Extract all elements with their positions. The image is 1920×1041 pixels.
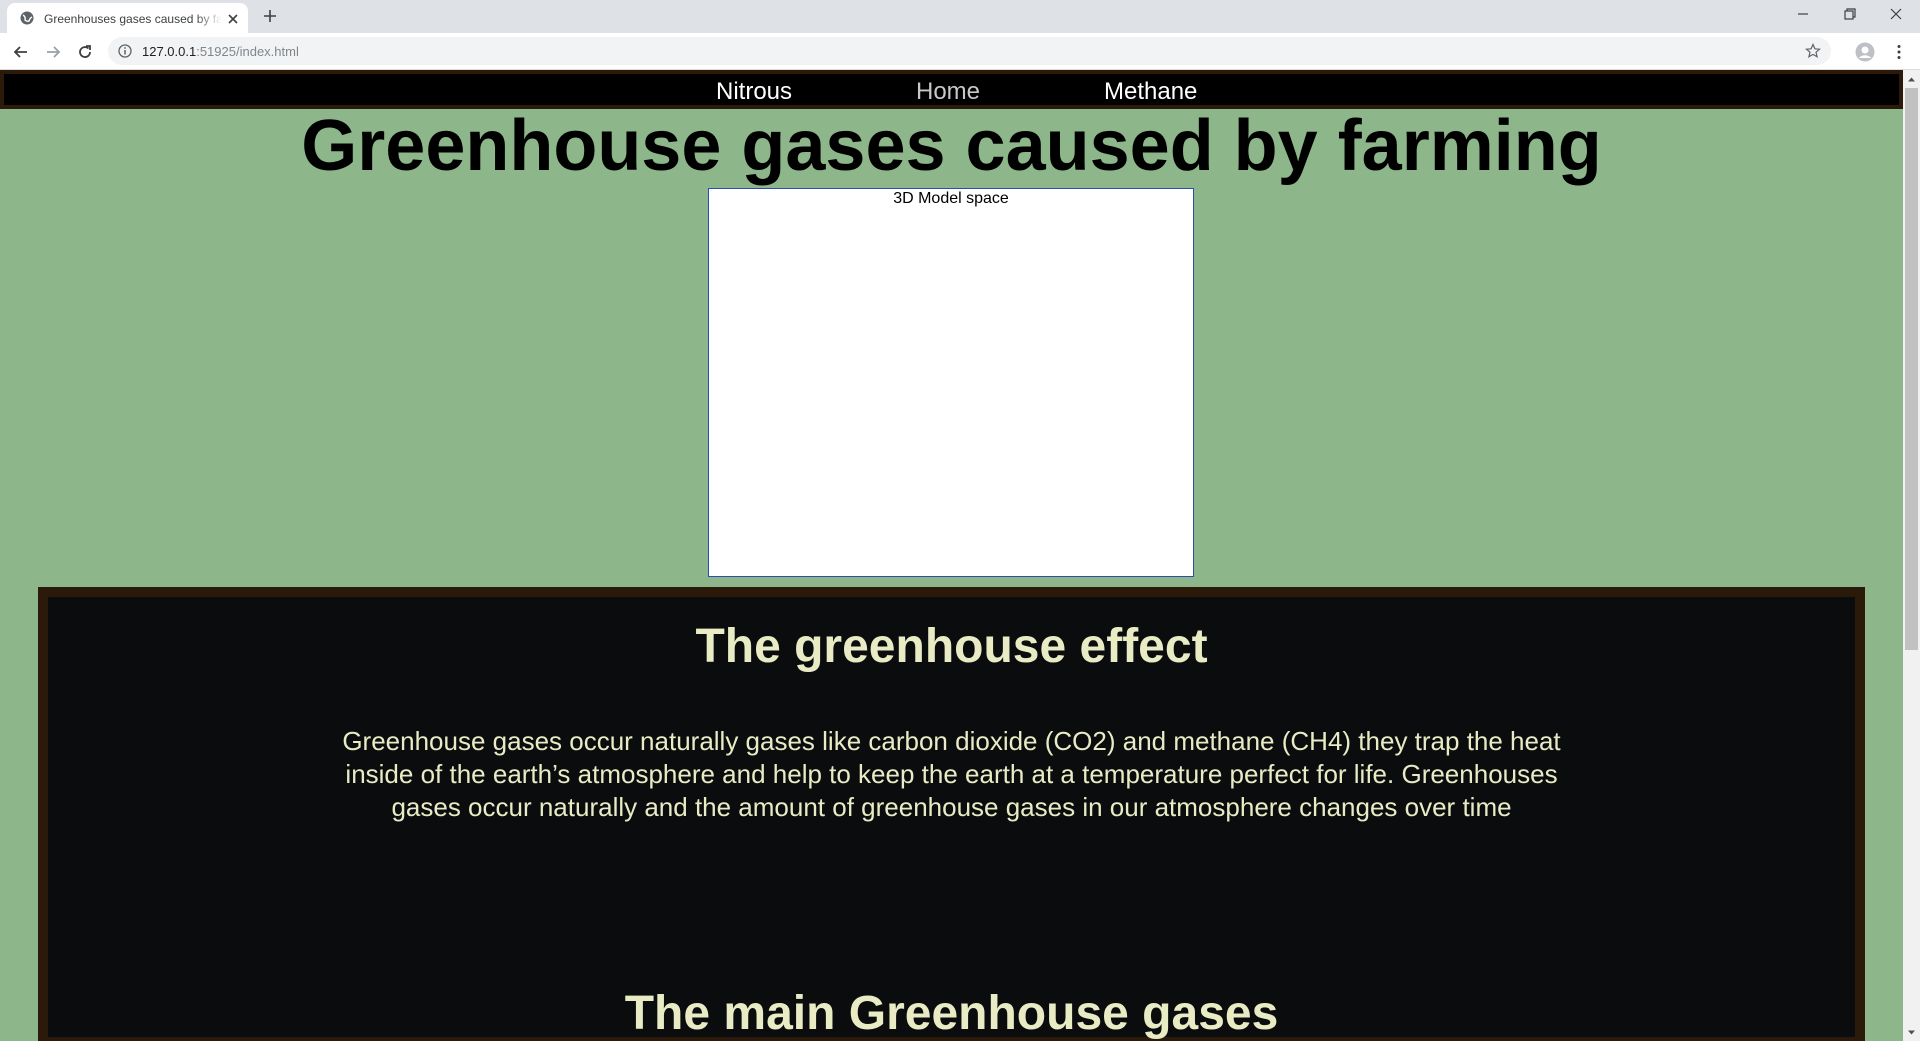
model-label: 3D Model space [893, 190, 1009, 207]
content-panel: The greenhouse effect Greenhouse gases o… [38, 587, 1865, 1041]
nav-link-nitrous[interactable]: Nitrous [716, 78, 792, 106]
url-text: 127.0.0.1:51925/index.html [142, 44, 299, 59]
close-icon[interactable] [225, 11, 241, 27]
scroll-up-icon[interactable] [1907, 75, 1916, 84]
model-viewer[interactable]: 3D Model space [708, 188, 1194, 577]
globe-icon [20, 11, 34, 25]
scroll-down-icon[interactable] [1907, 1028, 1916, 1037]
page-viewport: Nitrous Home Methane Greenhouse gases ca… [0, 70, 1903, 1041]
address-bar[interactable]: 127.0.0.1:51925/index.html [108, 37, 1831, 65]
window-close-icon[interactable] [1888, 6, 1904, 22]
bookmark-star-icon[interactable] [1805, 43, 1821, 59]
browser-tab[interactable]: Greenhouses gases caused by farming [7, 3, 248, 33]
tab-strip: Greenhouses gases caused by farming [0, 0, 1920, 33]
nav-link-methane[interactable]: Methane [1104, 78, 1197, 106]
minimize-icon[interactable] [1795, 6, 1811, 22]
nav-link-home[interactable]: Home [916, 78, 980, 106]
section-heading: The greenhouse effect [695, 620, 1208, 673]
vertical-scrollbar[interactable] [1903, 70, 1920, 1041]
next-section-heading: The main Greenhouse gases [624, 987, 1279, 1040]
url-host: 127.0.0.1 [142, 44, 197, 59]
url-path: :51925/index.html [196, 44, 299, 59]
menu-kebab-icon[interactable] [1890, 43, 1908, 61]
restore-icon[interactable] [1842, 6, 1858, 22]
top-nav: Nitrous Home Methane [0, 70, 1903, 109]
tab-title: Greenhouses gases caused by farming [44, 12, 222, 26]
scrollbar-thumb[interactable] [1905, 88, 1918, 650]
profile-avatar-icon[interactable] [1855, 42, 1875, 62]
new-tab-icon[interactable] [262, 8, 278, 24]
reload-icon[interactable] [76, 43, 94, 61]
section-body: Greenhouse gases occur naturally gases l… [342, 726, 1561, 822]
back-arrow-icon[interactable] [12, 43, 30, 61]
browser-toolbar: 127.0.0.1:51925/index.html [0, 33, 1920, 70]
info-icon[interactable] [118, 44, 132, 58]
page-title: Greenhouse gases caused by farming [301, 106, 1602, 186]
forward-arrow-icon[interactable] [44, 43, 62, 61]
